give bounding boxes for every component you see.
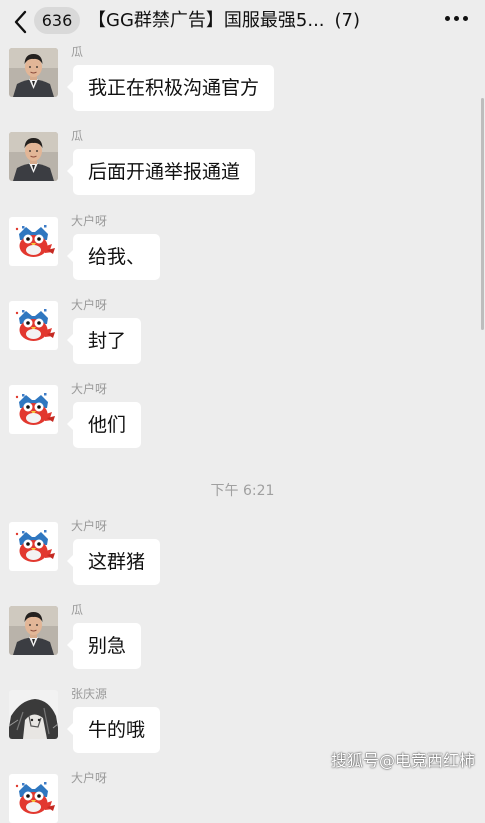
message-bubble[interactable]: 封了 xyxy=(66,318,142,364)
group-name: 【GG群禁广告】国服最强5... xyxy=(88,10,325,31)
avatar[interactable] xyxy=(9,132,58,181)
sender-name: 瓜 xyxy=(71,45,84,59)
sender-name: 大户呀 xyxy=(71,214,108,228)
chat-header: 636 【GG群禁广告】国服最强5... (7) xyxy=(0,0,485,44)
scrollbar[interactable] xyxy=(481,98,484,330)
message-bubble[interactable]: 他们 xyxy=(66,402,142,448)
avatar[interactable] xyxy=(9,385,58,434)
sender-name: 大户呀 xyxy=(71,771,108,785)
sender-name: 大户呀 xyxy=(71,519,108,533)
sender-name: 张庆源 xyxy=(71,687,108,701)
avatar[interactable] xyxy=(9,690,58,739)
avatar[interactable] xyxy=(9,48,58,97)
unread-count-badge[interactable]: 636 xyxy=(34,7,80,34)
sender-name: 大户呀 xyxy=(71,298,108,312)
avatar[interactable] xyxy=(9,301,58,350)
avatar[interactable] xyxy=(9,522,58,571)
member-count: (7) xyxy=(334,10,361,31)
watermark: 搜狐号@电竞西红柿 xyxy=(331,751,476,770)
avatar[interactable] xyxy=(9,606,58,655)
time-divider: 下午 6:21 xyxy=(210,483,275,499)
chevron-left-icon[interactable] xyxy=(10,8,32,36)
sender-name: 瓜 xyxy=(71,603,84,617)
message-bubble[interactable]: 我正在积极沟通官方 xyxy=(66,65,275,111)
ellipsis-icon[interactable] xyxy=(445,16,469,24)
avatar[interactable] xyxy=(9,774,58,823)
message-bubble[interactable]: 牛的哦 xyxy=(66,707,161,753)
message-bubble[interactable]: 给我、 xyxy=(66,234,161,280)
message-bubble[interactable]: 后面开通举报通道 xyxy=(66,149,256,195)
chat-title: 【GG群禁广告】国服最强5... (7) xyxy=(88,8,414,34)
message-bubble[interactable]: 这群猪 xyxy=(66,539,161,585)
sender-name: 瓜 xyxy=(71,129,84,143)
message-bubble[interactable]: 别急 xyxy=(66,623,142,669)
sender-name: 大户呀 xyxy=(71,382,108,396)
avatar[interactable] xyxy=(9,217,58,266)
